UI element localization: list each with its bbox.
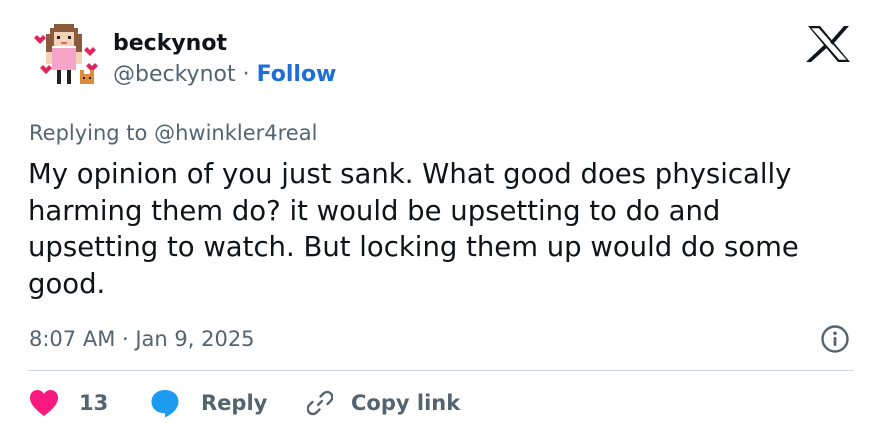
- divider: [28, 370, 854, 371]
- replying-prefix: Replying to: [29, 121, 148, 145]
- pixel-art-avatar-icon: [34, 24, 98, 84]
- user-handle[interactable]: @beckynot: [113, 62, 236, 87]
- like-button[interactable]: 13: [29, 386, 108, 420]
- follow-button[interactable]: Follow: [257, 62, 337, 87]
- avatar[interactable]: [28, 22, 104, 98]
- action-bar: 13 Reply Copy link: [29, 386, 849, 420]
- reply-button[interactable]: Reply: [149, 386, 267, 420]
- replying-to-line: Replying to @hwinkler4real: [29, 119, 317, 147]
- copy-link-label: Copy link: [351, 391, 461, 415]
- speech-bubble-icon: [151, 390, 179, 418]
- heart-icon: [30, 390, 58, 416]
- display-name[interactable]: beckynot: [113, 30, 227, 58]
- link-icon: [307, 390, 333, 416]
- copy-link-button[interactable]: Copy link: [307, 386, 460, 420]
- replying-target-link[interactable]: @hwinkler4real: [154, 121, 317, 145]
- x-logo-icon[interactable]: [806, 24, 852, 64]
- tweet-timestamp[interactable]: 8:07 AM · Jan 9, 2025: [29, 325, 255, 353]
- like-count: 13: [79, 391, 109, 415]
- handle-row: @beckynot · Follow: [113, 61, 336, 89]
- tweet-text: My opinion of you just sank. What good d…: [28, 158, 799, 300]
- info-icon[interactable]: [820, 324, 850, 354]
- separator-dot: ·: [242, 62, 250, 87]
- reply-label: Reply: [201, 391, 268, 415]
